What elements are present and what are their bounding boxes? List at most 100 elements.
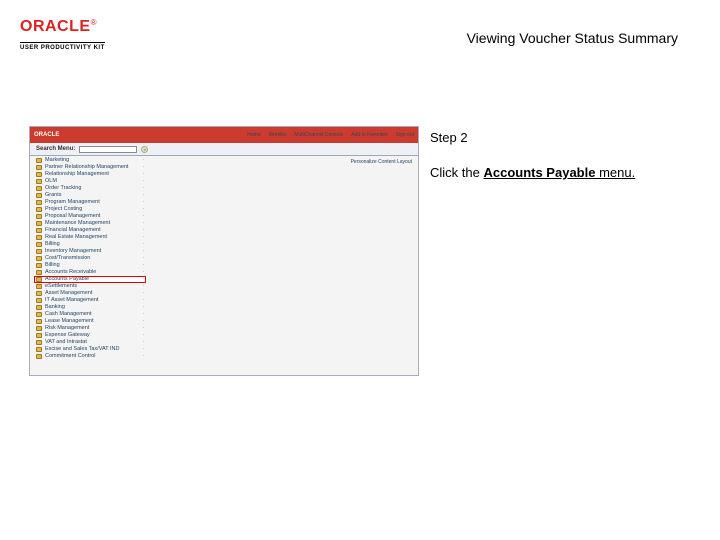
chevron-right-icon: · (142, 319, 144, 324)
nav-item[interactable]: Excise and Sales Tax/VAT IND· (34, 346, 146, 353)
chevron-right-icon: · (142, 333, 144, 338)
nav-item-label: Grants (45, 193, 62, 199)
nav-item-label: OLM (45, 179, 57, 185)
brand-tm: ® (91, 18, 97, 27)
folder-icon (36, 347, 42, 352)
nav-item-label: Marketing (45, 158, 69, 164)
header: ORACLE® USER PRODUCTIVITY KIT Viewing Vo… (20, 18, 700, 66)
chevron-right-icon: · (142, 340, 144, 345)
toolbar-link-signout[interactable]: Sign out (396, 132, 414, 138)
nav-item-label: eSettlements (45, 284, 77, 290)
folder-icon (36, 298, 42, 303)
folder-icon (36, 242, 42, 247)
nav-item-accounts-payable[interactable]: Accounts Payable· (34, 276, 146, 283)
brand-subtitle: USER PRODUCTIVITY KIT (20, 42, 105, 51)
chevron-right-icon: · (142, 312, 144, 317)
chevron-right-icon: · (142, 249, 144, 254)
folder-icon (36, 263, 42, 268)
chevron-right-icon: · (142, 193, 144, 198)
nav-item-label: Lease Management (45, 319, 94, 325)
step-body: Click the Accounts Payable menu. (430, 165, 690, 182)
nav-item[interactable]: Inventory Management · (34, 248, 146, 255)
nav-item[interactable]: IT Asset Management· (34, 297, 146, 304)
nav-item-label: Risk Management (45, 326, 89, 332)
nav-item[interactable]: Cost/Transmission · (34, 255, 146, 262)
folder-icon (36, 340, 42, 345)
nav-item-label: IT Asset Management (45, 298, 98, 304)
chevron-right-icon: · (142, 291, 144, 296)
folder-icon (36, 207, 42, 212)
chevron-right-icon: · (142, 326, 144, 331)
folder-icon (36, 221, 42, 226)
folder-icon (36, 326, 42, 331)
nav-item-label: Expense Gateway (45, 333, 90, 339)
folder-icon (36, 305, 42, 310)
nav-item-label: Accounts Receivable (45, 270, 96, 276)
nav-item[interactable]: VAT and Intrastat· (34, 339, 146, 346)
nav-item[interactable]: Marketing · (34, 157, 146, 164)
toolbar-link-worklist[interactable]: Worklist (269, 132, 287, 138)
nav-item-label: Commitment Control (45, 354, 95, 360)
chevron-right-icon: · (142, 207, 144, 212)
folder-icon (36, 249, 42, 254)
nav-item[interactable]: Real Estate Management· (34, 234, 146, 241)
nav-item[interactable]: Billing· (34, 262, 146, 269)
folder-icon (36, 200, 42, 205)
nav-item[interactable]: Grants · (34, 192, 146, 199)
folder-icon (36, 235, 42, 240)
chevron-right-icon: · (142, 172, 144, 177)
nav-item-label: Partner Relationship Management (45, 165, 128, 171)
nav-item[interactable]: Billing· (34, 241, 146, 248)
nav-item[interactable]: Program Management· (34, 199, 146, 206)
personalize-link[interactable]: Personalize Content Layout (351, 159, 412, 165)
nav-item[interactable]: Partner Relationship Management · (34, 164, 146, 171)
nav-item[interactable]: Banking · (34, 304, 146, 311)
nav-item[interactable]: Proposal Management· (34, 213, 146, 220)
nav-item[interactable]: OLM· (34, 178, 146, 185)
nav-item[interactable]: Maintenance Management· (34, 220, 146, 227)
chevron-right-icon: · (142, 263, 144, 268)
nav-item-label: Maintenance Management (45, 221, 110, 227)
nav-item[interactable]: Asset Management · (34, 290, 146, 297)
nav-item[interactable]: Lease Management · (34, 318, 146, 325)
toolbar-link-multichannel[interactable]: MultiChannel Console (294, 132, 343, 138)
step-pre: Click the (430, 165, 483, 180)
search-input[interactable] (79, 146, 137, 153)
nav-item[interactable]: Risk Management · (34, 325, 146, 332)
chevron-right-icon: · (142, 228, 144, 233)
chevron-right-icon: · (142, 270, 144, 275)
search-go-button[interactable]: > (141, 146, 148, 153)
nav-item[interactable]: Project Costing· (34, 206, 146, 213)
nav-item[interactable]: Financial Management· (34, 227, 146, 234)
chevron-right-icon: · (142, 305, 144, 310)
nav-item[interactable]: eSettlements· (34, 283, 146, 290)
brand-block: ORACLE® USER PRODUCTIVITY KIT (20, 18, 105, 54)
nav-item[interactable]: Order Tracking· (34, 185, 146, 192)
nav-item-label: Asset Management (45, 291, 92, 297)
nav-item[interactable]: Relationship Management· (34, 171, 146, 178)
folder-icon (36, 158, 42, 163)
left-nav: Marketing·Partner Relationship Managemen… (34, 157, 146, 360)
folder-icon (36, 214, 42, 219)
nav-item-label: Banking (45, 305, 65, 311)
nav-item-label: Cash Management (45, 312, 91, 318)
chevron-right-icon: · (142, 200, 144, 205)
app-titlebar: ORACLE Home Worklist MultiChannel Consol… (30, 127, 418, 143)
chevron-right-icon: · (142, 256, 144, 261)
nav-item[interactable]: Expense Gateway · (34, 332, 146, 339)
folder-icon (36, 193, 42, 198)
chevron-right-icon: · (142, 347, 144, 352)
search-group: Search Menu: > (36, 146, 148, 153)
chevron-right-icon: · (142, 165, 144, 170)
chevron-right-icon: · (142, 158, 144, 163)
toolbar-link-add-favorites[interactable]: Add to Favorites (351, 132, 387, 138)
nav-item[interactable]: Cash Management · (34, 311, 146, 318)
nav-item-label: Accounts Payable (45, 277, 89, 283)
chevron-right-icon: · (142, 186, 144, 191)
nav-item[interactable]: Accounts Receivable · (34, 269, 146, 276)
nav-item[interactable]: Commitment Control· (34, 353, 146, 360)
toolbar-link-home[interactable]: Home (247, 132, 260, 138)
nav-item-label: Cost/Transmission (45, 256, 90, 262)
nav-item-label: Billing (45, 242, 60, 248)
nav-item-label: Inventory Management (45, 249, 101, 255)
